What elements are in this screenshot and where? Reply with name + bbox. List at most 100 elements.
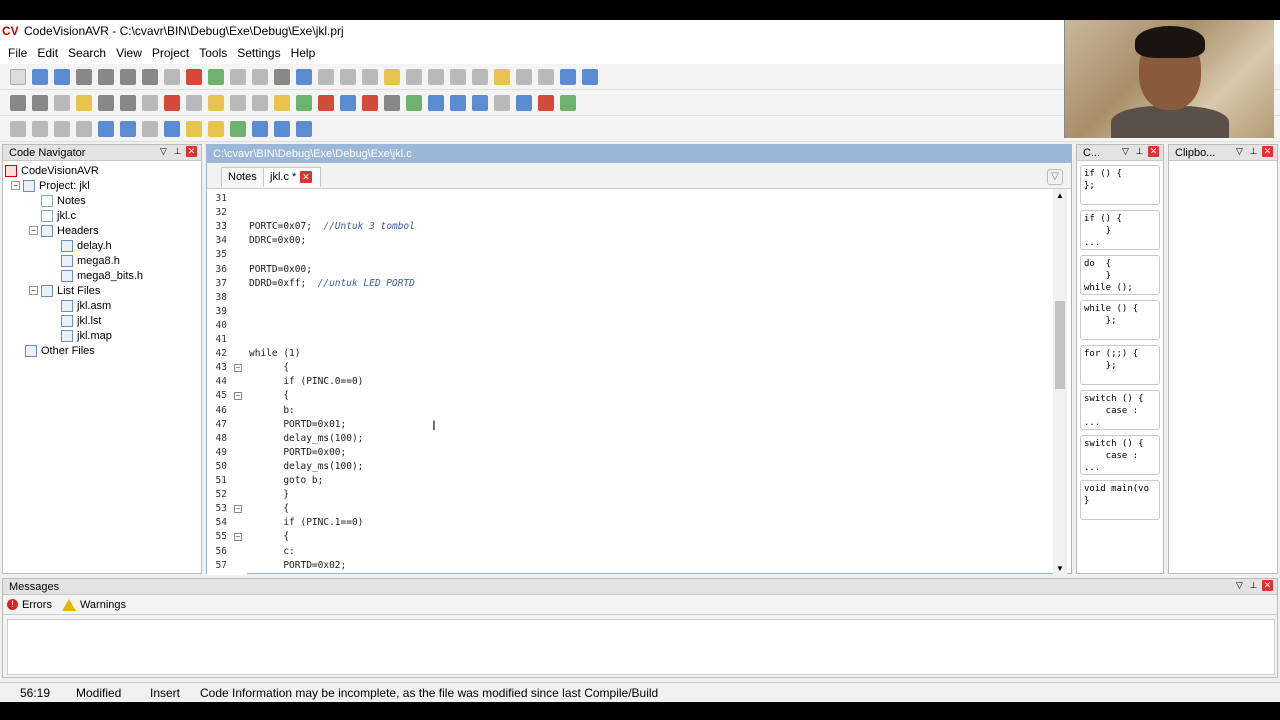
tree-item-jkl-map[interactable]: jkl.map (61, 328, 112, 343)
tree-icon[interactable] (142, 120, 158, 137)
outdent-icon[interactable] (428, 68, 444, 85)
tag-icon[interactable] (164, 120, 180, 137)
run-icon[interactable] (186, 94, 202, 111)
print-icon[interactable] (274, 68, 290, 85)
help-icon[interactable] (516, 94, 532, 111)
close-tab-icon[interactable]: ✕ (300, 171, 312, 183)
menu-edit[interactable]: Edit (37, 46, 58, 60)
tree-item-list-files[interactable]: − List Files (29, 283, 100, 298)
close-icon[interactable]: ✕ (186, 146, 197, 157)
comment-icon[interactable] (450, 68, 466, 85)
fold-icon[interactable]: − (234, 533, 242, 542)
tab-warnings[interactable]: Warnings (61, 598, 126, 611)
step-icon[interactable] (252, 94, 268, 111)
window-icon[interactable] (252, 120, 268, 137)
snippet-switch[interactable]: switch () { case : ... (1080, 390, 1160, 430)
messages-icon[interactable] (208, 120, 224, 137)
build-icon[interactable] (32, 94, 48, 111)
code-area[interactable]: PORTC=0x07; //Untuk 3 tombol DDRC=0x00; PO… (247, 189, 1055, 575)
messages-list[interactable] (7, 619, 1275, 675)
menu-search[interactable]: Search (68, 46, 106, 60)
panel-menu-icon[interactable]: ▽ (1234, 580, 1245, 591)
snippet-if-block[interactable]: if () { } ... (1080, 210, 1160, 250)
replace-icon[interactable] (560, 68, 576, 85)
layout-icon[interactable] (230, 120, 246, 137)
open-file-icon[interactable] (32, 68, 48, 85)
tree-item-other-files[interactable]: Other Files (25, 343, 95, 358)
paragraph-icon[interactable] (76, 120, 92, 137)
panel-menu-icon[interactable]: ▽ (158, 146, 169, 157)
copy-icon[interactable] (362, 68, 378, 85)
tree-item-headers[interactable]: − Headers (29, 223, 99, 238)
vertical-scrollbar[interactable]: ▲ ▼ (1053, 189, 1067, 575)
program-icon[interactable] (120, 94, 136, 111)
monitor-icon[interactable] (428, 94, 444, 111)
pin-icon[interactable]: ⊥ (1248, 146, 1259, 157)
bug-icon[interactable] (362, 94, 378, 111)
fold-icon[interactable]: − (234, 364, 242, 373)
fold-all-icon[interactable] (32, 120, 48, 137)
reload-icon[interactable] (54, 68, 70, 85)
project-icon[interactable] (208, 68, 224, 85)
menu-tools[interactable]: Tools (199, 46, 227, 60)
print-preview-icon[interactable] (230, 68, 246, 85)
tree-project[interactable]: − Project: jkl (11, 178, 90, 193)
uncomment-icon[interactable] (472, 68, 488, 85)
calculator-icon[interactable] (472, 94, 488, 111)
cvavr-icon[interactable] (538, 94, 554, 111)
tree-item-mega8-bits-h[interactable]: mega8_bits.h (61, 268, 143, 283)
stop-icon[interactable] (164, 94, 180, 111)
codewizard-icon[interactable] (318, 94, 334, 111)
pin-icon[interactable]: ⊥ (1248, 580, 1259, 591)
cut-icon[interactable] (340, 68, 356, 85)
tree-item-notes[interactable]: Notes (41, 193, 86, 208)
clean-icon[interactable] (98, 94, 114, 111)
undo-icon[interactable] (296, 68, 312, 85)
tree-item-jkl-asm[interactable]: jkl.asm (61, 298, 111, 313)
close-icon[interactable]: ✕ (1262, 580, 1273, 591)
tab-errors[interactable]: ! Errors (7, 599, 52, 611)
menu-settings[interactable]: Settings (237, 46, 280, 60)
settings-icon[interactable] (494, 94, 510, 111)
pin-icon[interactable]: ⊥ (172, 146, 183, 157)
menu-project[interactable]: Project (152, 46, 189, 60)
find-next-icon[interactable] (538, 68, 554, 85)
menu-file[interactable]: File (8, 46, 27, 60)
check-syntax-icon[interactable] (142, 94, 158, 111)
close-all-icon[interactable] (164, 68, 180, 85)
fold-icon[interactable]: − (234, 505, 242, 514)
goto-icon[interactable] (516, 68, 532, 85)
fold-icon[interactable]: − (234, 392, 242, 401)
snippet-switch-2[interactable]: switch () { case : ... (1080, 435, 1160, 475)
tab-list-icon[interactable]: ▽ (1047, 169, 1063, 185)
panel-menu-icon[interactable]: ▽ (1120, 146, 1131, 157)
snippet-if[interactable]: if () { }; (1080, 165, 1160, 205)
close-icon[interactable]: ✕ (1262, 146, 1273, 157)
pin-icon[interactable]: ⊥ (1134, 146, 1145, 157)
indent-icon[interactable] (406, 68, 422, 85)
scroll-thumb[interactable] (1055, 301, 1065, 389)
tree-item-delay-h[interactable]: delay.h (61, 238, 112, 253)
code-complete-icon[interactable] (582, 68, 598, 85)
close-icon[interactable]: ✕ (1148, 146, 1159, 157)
make-icon[interactable] (76, 94, 92, 111)
info-icon[interactable] (560, 94, 576, 111)
new-file-icon[interactable] (10, 68, 26, 85)
tree-item-jkl-c[interactable]: jkl.c (41, 208, 76, 223)
split-horizontal-icon[interactable] (296, 120, 312, 137)
edit-icon[interactable] (274, 94, 290, 111)
terminal-icon[interactable] (340, 94, 356, 111)
tree-root[interactable]: CodeVisionAVR (5, 163, 99, 178)
menu-help[interactable]: Help (291, 46, 316, 60)
snippet-for[interactable]: for (;;) { }; (1080, 345, 1160, 385)
globe-icon[interactable] (406, 94, 422, 111)
redo-icon[interactable] (318, 68, 334, 85)
panel-menu-icon[interactable]: ▽ (1234, 146, 1245, 157)
save-all-icon[interactable] (120, 68, 136, 85)
navigator-toggle-icon[interactable] (98, 120, 114, 137)
split-vertical-icon[interactable] (274, 120, 290, 137)
collapse-icon[interactable]: − (29, 226, 38, 235)
tab-notes[interactable]: Notes (221, 167, 264, 187)
bookmark-icon[interactable] (494, 68, 510, 85)
collapse-icon[interactable]: − (29, 286, 38, 295)
